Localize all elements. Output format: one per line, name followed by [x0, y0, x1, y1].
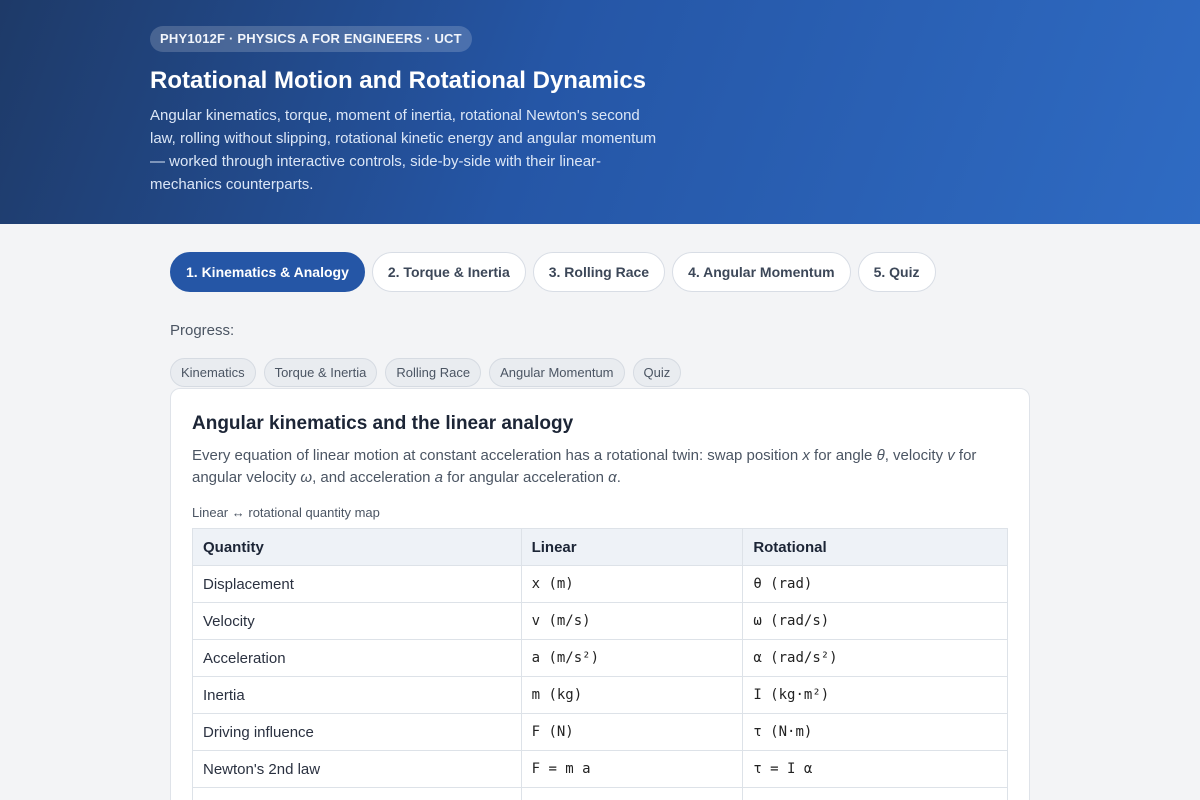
linear-cell: F = m a: [520, 750, 744, 788]
intro-text: for angle: [809, 447, 877, 464]
progress-chip-torque-inertia: Torque & Inertia: [263, 358, 378, 387]
page-header: PHY1012F · PHYSICS A FOR ENGINEERS · UCT…: [0, 0, 1200, 224]
tab-rolling-race[interactable]: 3. Rolling Race: [532, 252, 666, 292]
content-card: Angular kinematics and the linear analog…: [170, 388, 1030, 800]
intro-text: for angular acceleration: [443, 469, 609, 486]
tab-torque-inertia[interactable]: 2. Torque & Inertia: [371, 252, 526, 292]
intro-text: , and acceleration: [312, 469, 435, 486]
quantity-cell: Inertia: [192, 676, 522, 714]
table-row: Acceleration a (m/s²) α (rad/s²): [192, 639, 1008, 677]
intro-text: Every equation of linear motion at const…: [192, 447, 803, 464]
linear-cell: a (m/s²): [520, 639, 744, 677]
linear-cell: F (N): [520, 713, 744, 751]
quantity-cell: Acceleration: [192, 639, 522, 677]
symbol-x: x: [802, 447, 810, 464]
rotational-cell: [742, 787, 1008, 800]
linear-cell: x (m): [520, 565, 744, 603]
quantity-cell: Velocity: [192, 602, 522, 640]
tab-quiz[interactable]: 5. Quiz: [857, 252, 936, 292]
symbol-a: a: [434, 469, 444, 486]
tab-kinematics[interactable]: 1. Kinematics & Analogy: [170, 252, 365, 292]
quantity-cell: [192, 787, 522, 800]
section-title: Angular kinematics and the linear analog…: [192, 413, 574, 434]
quantity-map-table: Quantity Linear Rotational Displacement …: [192, 528, 1008, 800]
quantity-cell: Displacement: [192, 565, 522, 603]
column-header-linear: Linear: [520, 528, 744, 566]
table-row: Velocity v (m/s) ω (rad/s): [192, 602, 1008, 640]
table-caption: Linear ↔ rotational quantity map: [192, 505, 380, 520]
progress-chip-angular-momentum: Angular Momentum: [489, 358, 625, 387]
column-header-quantity: Quantity: [192, 528, 522, 566]
table-row: Newton's 2nd law F = m a τ = I α: [192, 750, 1008, 788]
page-title: Rotational Motion and Rotational Dynamic…: [150, 67, 647, 94]
symbol-theta: θ: [876, 447, 885, 464]
tab-angular-momentum[interactable]: 4. Angular Momentum: [672, 252, 851, 292]
table-row: [192, 787, 1008, 800]
intro-text: , velocity: [884, 447, 948, 464]
symbol-v: v: [947, 447, 955, 464]
progress-chip-quiz: Quiz: [632, 358, 682, 387]
table-row: Driving influence F (N) τ (N·m): [192, 713, 1008, 751]
table-row: Inertia m (kg) I (kg·m²): [192, 676, 1008, 714]
quantity-cell: Newton's 2nd law: [192, 750, 522, 788]
quantity-cell: Driving influence: [192, 713, 522, 751]
rotational-cell: θ (rad): [742, 565, 1008, 603]
course-badge: PHY1012F · PHYSICS A FOR ENGINEERS · UCT: [150, 26, 472, 52]
tab-bar: 1. Kinematics & Analogy 2. Torque & Iner…: [170, 252, 936, 292]
rotational-cell: τ (N·m): [742, 713, 1008, 751]
table-header-row: Quantity Linear Rotational: [192, 528, 1008, 566]
rotational-cell: α (rad/s²): [742, 639, 1008, 677]
progress-chip-rolling-race: Rolling Race: [385, 358, 482, 387]
progress-chip-kinematics: Kinematics: [170, 358, 256, 387]
progress-label: Progress:: [170, 322, 235, 339]
symbol-alpha: α: [608, 469, 617, 486]
rotational-cell: I (kg·m²): [742, 676, 1008, 714]
linear-cell: v (m/s): [520, 602, 744, 640]
intro-text: .: [616, 469, 621, 486]
linear-cell: m (kg): [520, 676, 744, 714]
linear-cell: [520, 787, 744, 800]
rotational-cell: ω (rad/s): [742, 602, 1008, 640]
progress-chips: Kinematics Torque & Inertia Rolling Race…: [170, 358, 682, 387]
rotational-cell: τ = I α: [742, 750, 1008, 788]
page-subtitle: Angular kinematics, torque, moment of in…: [150, 107, 657, 193]
column-header-rotational: Rotational: [742, 528, 1008, 566]
table-row: Displacement x (m) θ (rad): [192, 565, 1008, 603]
symbol-omega: ω: [300, 469, 313, 486]
section-intro: Every equation of linear motion at const…: [192, 445, 1002, 489]
